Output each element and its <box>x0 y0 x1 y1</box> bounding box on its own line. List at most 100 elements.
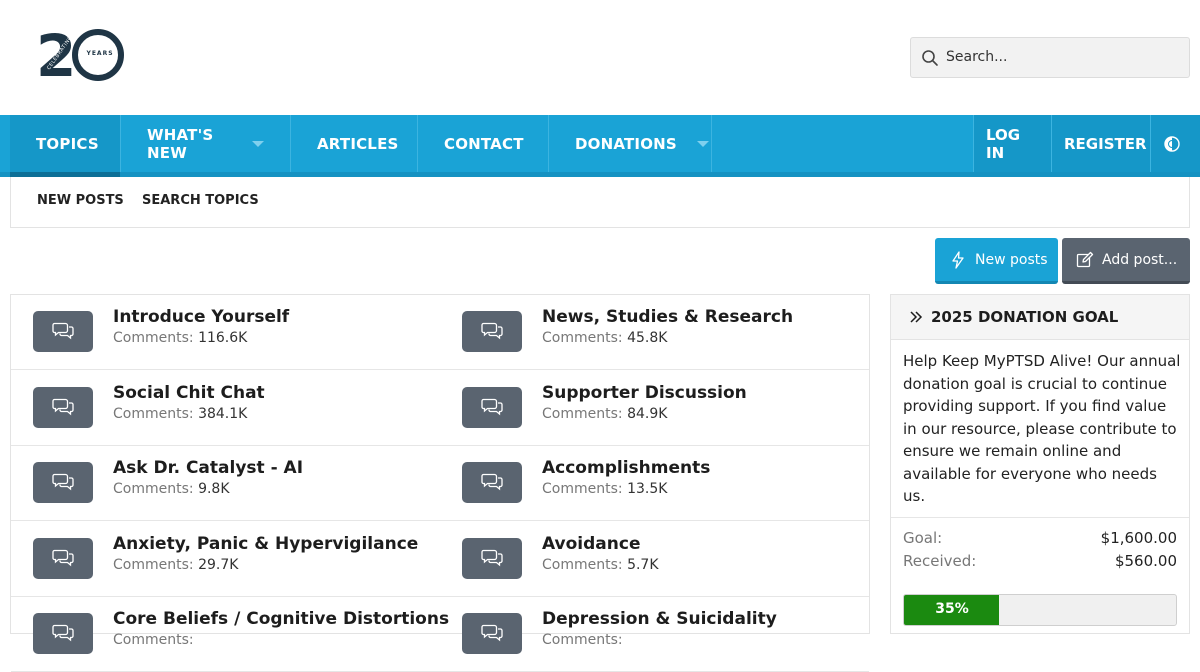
forum-item[interactable]: Avoidance Comments: 5.7K <box>440 522 869 597</box>
nav-whats-new-label: WHAT'S NEW <box>147 125 214 162</box>
register-link[interactable]: REGISTER <box>1051 115 1150 172</box>
forum-row: Introduce Yourself Comments: 116.6K News, … <box>11 295 869 370</box>
forum-title[interactable]: Ask Dr. Catalyst - AI <box>113 458 303 478</box>
comments-icon <box>481 473 503 491</box>
new-posts-label: New posts <box>975 251 1048 268</box>
comments-count: 29.7K <box>198 556 239 573</box>
nav-donations-label: DONATIONS <box>575 134 677 153</box>
search-placeholder: Search... <box>946 49 1008 65</box>
chevron-down-icon[interactable] <box>252 140 264 147</box>
subnav-new-posts[interactable]: NEW POSTS <box>37 193 124 208</box>
forum-title[interactable]: Introduce Yourself <box>113 307 289 327</box>
forum-item[interactable]: Social Chit Chat Comments: 384.1K <box>11 371 440 446</box>
forum-icon[interactable] <box>33 613 93 654</box>
forum-row: Social Chit Chat Comments: 384.1K Supporte… <box>11 371 869 446</box>
forum-row: Ask Dr. Catalyst - AI Comments: 9.8K Accom… <box>11 446 869 521</box>
comments-count: 84.9K <box>627 405 668 422</box>
nav-articles-label: ARTICLES <box>317 134 399 153</box>
search-input[interactable]: Search... <box>910 37 1190 78</box>
comments-icon <box>52 549 74 566</box>
comments-count: 5.7K <box>627 556 659 573</box>
nav-articles[interactable]: ARTICLES <box>291 115 418 172</box>
forum-title[interactable]: Core Beliefs / Cognitive Distortions <box>113 609 449 629</box>
forum-item[interactable]: News, Studies & Research Comments: 45.8K <box>440 295 869 370</box>
add-post-button[interactable]: Add post... <box>1062 238 1190 284</box>
nav-contact-label: CONTACT <box>444 134 524 153</box>
comments-label: Comments: <box>113 330 194 346</box>
comments-label: Comments: <box>542 405 623 422</box>
add-post-label: Add post... <box>1102 251 1178 268</box>
forum-item[interactable]: Anxiety, Panic & Hypervigilance Comments:… <box>11 522 440 597</box>
comments-label: Comments: <box>113 632 194 648</box>
login-link[interactable]: LOG IN <box>973 115 1051 172</box>
forum-item[interactable]: Supporter Discussion Comments: 84.9K <box>440 371 869 446</box>
site-header: 20 YEARS CELEBRATING Search... <box>0 0 1200 115</box>
nav-topics[interactable]: TOPICS <box>10 115 121 177</box>
nav-topics-label: TOPICS <box>36 134 99 153</box>
comments-icon <box>481 322 503 340</box>
forum-title[interactable]: Depression & Suicidality <box>542 609 777 629</box>
forum-icon[interactable] <box>462 537 522 579</box>
forum-title[interactable]: News, Studies & Research <box>542 307 793 327</box>
comments-label: Comments: <box>113 405 194 422</box>
progress-text: 35% <box>935 601 969 617</box>
new-posts-button[interactable]: New posts <box>935 238 1058 284</box>
received-row: Received: $560.00 <box>903 552 1177 570</box>
divider <box>891 517 1189 518</box>
donation-progress-bar: 35% <box>903 594 1177 626</box>
nav-whats-new[interactable]: WHAT'S NEW <box>121 115 291 172</box>
comments-icon <box>481 624 503 642</box>
comments-icon <box>52 398 74 415</box>
nav-contact[interactable]: CONTACT <box>418 115 549 172</box>
forum-item[interactable]: Introduce Yourself Comments: 116.6K <box>11 295 440 370</box>
forum-icon[interactable] <box>33 311 93 352</box>
forum-item[interactable]: Ask Dr. Catalyst - AI Comments: 9.8K <box>11 446 440 521</box>
forum-title[interactable]: Social Chit Chat <box>113 383 265 403</box>
forum-icon[interactable] <box>462 386 522 428</box>
forum-item[interactable]: Core Beliefs / Cognitive Distortions Comm… <box>11 597 449 672</box>
comments-icon <box>52 322 74 340</box>
nav-donations[interactable]: DONATIONS <box>549 115 712 172</box>
forum-meta: Comments: 84.9K <box>542 406 667 422</box>
comments-count: 45.8K <box>627 330 668 346</box>
double-chevron-right-icon[interactable] <box>909 309 923 325</box>
comments-icon <box>481 549 503 566</box>
widget-header: 2025 DONATION GOAL <box>891 295 1189 340</box>
comments-count: 384.1K <box>198 405 248 422</box>
site-logo[interactable]: 20 YEARS CELEBRATING <box>36 26 128 88</box>
comments-label: Comments: <box>542 330 623 346</box>
forum-icon[interactable] <box>462 613 522 654</box>
comments-icon <box>481 398 503 415</box>
chevron-down-icon[interactable] <box>696 140 709 147</box>
comments-icon <box>52 473 74 491</box>
forum-meta: Comments: 29.7K <box>113 557 238 573</box>
forum-title[interactable]: Accomplishments <box>542 458 710 478</box>
forum-meta: Comments: 5.7K <box>542 557 659 573</box>
theme-toggle[interactable] <box>1150 115 1200 172</box>
forum-icon[interactable] <box>462 462 522 503</box>
subnav-search-topics[interactable]: SEARCH TOPICS <box>142 193 259 208</box>
forum-meta: Comments: 45.8K <box>542 330 667 346</box>
forum-icon[interactable] <box>33 462 93 503</box>
comments-label: Comments: <box>542 632 623 648</box>
comments-count: 9.8K <box>198 481 230 497</box>
forum-title[interactable]: Anxiety, Panic & Hypervigilance <box>113 534 418 554</box>
goal-value: $1,600.00 <box>1100 529 1177 547</box>
forum-title[interactable]: Avoidance <box>542 534 641 554</box>
goal-label: Goal: <box>903 529 943 547</box>
forum-title[interactable]: Supporter Discussion <box>542 383 747 403</box>
logo-years-text: YEARS <box>86 50 114 57</box>
forum-list: Introduce Yourself Comments: 116.6K News, … <box>10 294 870 672</box>
forum-icon[interactable] <box>462 311 522 352</box>
widget-title: 2025 DONATION GOAL <box>931 308 1119 326</box>
comments-label: Comments: <box>113 556 194 573</box>
forum-meta: Comments: <box>542 632 623 648</box>
forum-icon[interactable] <box>33 386 93 428</box>
forum-meta: Comments: 9.8K <box>113 481 230 497</box>
forum-row: Anxiety, Panic & Hypervigilance Comments:… <box>11 522 869 597</box>
forum-icon[interactable] <box>33 537 93 579</box>
forum-item[interactable]: Accomplishments Comments: 13.5K <box>440 446 869 521</box>
forum-item[interactable]: Depression & Suicidality Comments: <box>440 597 869 672</box>
donation-widget: 2025 DONATION GOAL Help Keep MyPTSD Aliv… <box>890 294 1190 634</box>
comments-count: 116.6K <box>198 330 248 346</box>
